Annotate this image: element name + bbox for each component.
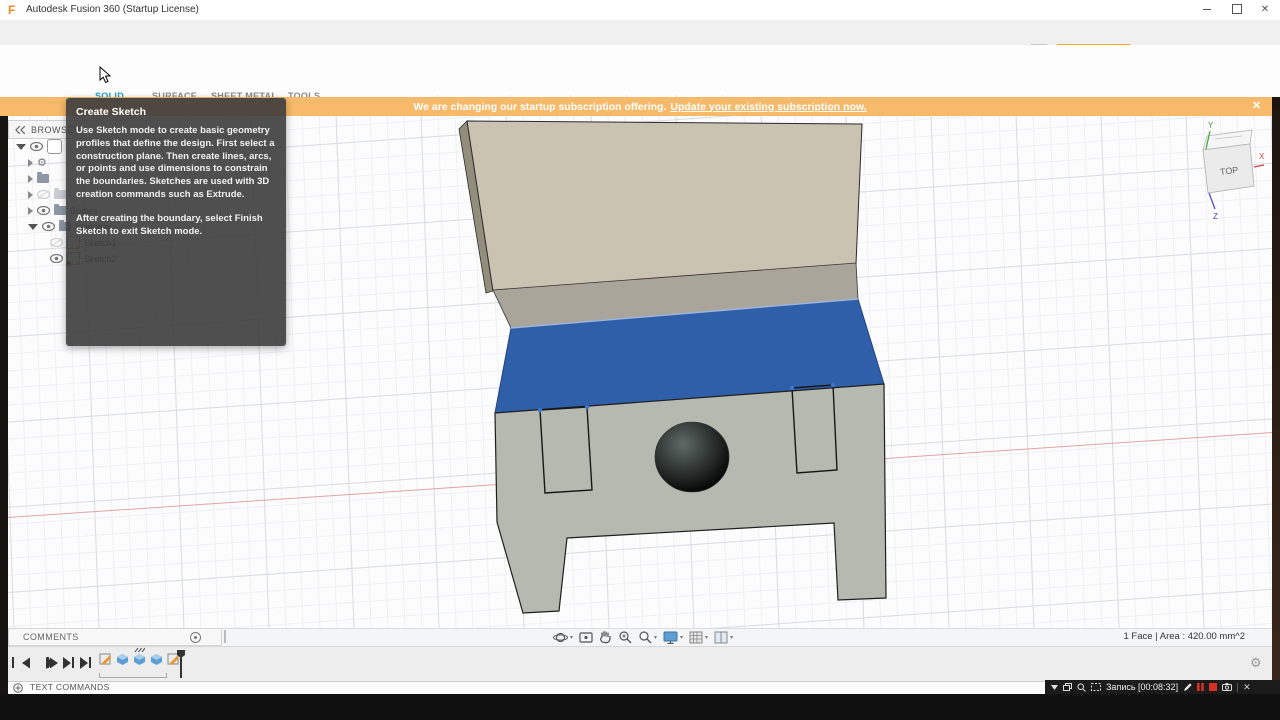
banner-text: We are changing our startup subscription… (413, 100, 667, 113)
view-cube[interactable]: TOP Y X Z (1202, 121, 1265, 221)
document-root-icon (47, 139, 62, 154)
collapse-icon[interactable] (28, 174, 33, 183)
close-button[interactable]: ✕ (1254, 4, 1276, 17)
title-bar: F Autodesk Fusion 360 (Startup License) … (0, 0, 1280, 21)
comments-marker-icon[interactable] (190, 632, 201, 643)
grid-snap-icon[interactable]: ▾ (689, 631, 708, 644)
tooltip-body2: After creating the boundary, select Fini… (76, 212, 263, 237)
recording-timer-label: Запись [00:08:32] (1106, 682, 1179, 692)
viewports-icon[interactable]: ▾ (714, 631, 733, 644)
model-back-slab-face[interactable] (466, 120, 863, 292)
screen-recorder-toolbar: Запись [00:08:32] ✕ (1045, 680, 1280, 694)
fusion-360-window: F Autodesk Fusion 360 (Startup License) … (0, 0, 1280, 720)
browser-row-document-settings[interactable]: ⚙ (28, 155, 47, 170)
pan-icon[interactable] (599, 630, 612, 644)
ribbon-toolbar: SOLID SURFACE SHEET METAL TOOLS DESIGN▾ (0, 45, 1280, 141)
visibility-eye-icon[interactable] (37, 206, 50, 215)
recorder-region-icon[interactable] (1091, 683, 1101, 691)
recorder-magnifier-icon[interactable] (1077, 682, 1086, 692)
timeline-settings-gear-icon[interactable]: ⚙ (1250, 655, 1262, 671)
browser-row-origin[interactable] (28, 187, 66, 202)
timeline-group-bracket (99, 673, 167, 678)
timeline-playhead[interactable] (175, 649, 187, 679)
viewport-nav-toolbar: ▾ ▾ ▾ ▾ ▾ (553, 629, 733, 645)
timeline-bar (0, 646, 1280, 682)
banner-update-link[interactable]: Update your existing subscription now. (670, 101, 866, 113)
look-at-icon[interactable] (579, 631, 593, 644)
browser-row-named-views[interactable] (28, 171, 49, 186)
timeline-feature-sketch[interactable] (99, 653, 112, 666)
folder-icon (54, 204, 66, 215)
recorder-camera-icon[interactable] (1222, 683, 1233, 691)
folder-icon (54, 188, 66, 199)
axis-x-label: X (1259, 152, 1265, 161)
zoom-icon[interactable] (618, 630, 632, 644)
minimize-button[interactable] (1196, 4, 1218, 17)
folder-icon (37, 172, 49, 183)
window-title: Autodesk Fusion 360 (Startup License) (26, 4, 199, 15)
windows-taskbar (0, 694, 1280, 720)
maximize-button[interactable] (1226, 4, 1248, 17)
axis-z-label: Z (1213, 212, 1218, 221)
banner-close-icon[interactable]: ✕ (1252, 99, 1261, 112)
desktop-edge-right (1272, 97, 1280, 681)
collapse-icon[interactable] (28, 190, 33, 199)
quick-access-bar: ▾ ↶▾ ↷▾ Untitled* ✕ + Subscribe Now 1 Ал… (0, 20, 1280, 61)
expand-icon[interactable] (16, 143, 26, 150)
recorder-menu-icon[interactable] (1051, 684, 1058, 690)
collapse-icon[interactable] (28, 158, 33, 167)
fusion-app-icon: F (8, 3, 16, 17)
comments-resize-handle[interactable] (224, 630, 226, 643)
recorder-divider (1237, 682, 1239, 692)
timeline-marker-hash (134, 647, 145, 653)
timeline-feature-extrude[interactable] (116, 653, 129, 666)
gear-icon: ⚙ (37, 157, 47, 169)
fit-icon[interactable]: ▾ (638, 630, 657, 644)
tooltip-body: Use Sketch mode to create basic geometry… (76, 125, 275, 201)
expand-icon[interactable] (28, 223, 38, 230)
selection-status: 1 Face | Area : 420.00 mm^2 (1123, 631, 1245, 642)
text-commands-label[interactable]: TEXT COMMANDS (30, 682, 110, 692)
model-hole[interactable] (654, 421, 730, 493)
timeline-playback-controls[interactable] (10, 655, 95, 670)
create-sketch-tooltip: Create Sketch Use Sketch mode to create … (66, 98, 286, 346)
visibility-eye-icon[interactable] (30, 142, 43, 151)
recorder-windows-icon[interactable] (1063, 683, 1072, 691)
visibility-eye-off-icon[interactable] (37, 190, 50, 199)
model-front-face[interactable] (494, 383, 887, 614)
visibility-eye-off-icon[interactable] (50, 238, 63, 247)
recorder-stop-icon[interactable] (1209, 683, 1218, 691)
recorder-close-icon[interactable]: ✕ (1243, 682, 1251, 693)
collapse-icon[interactable] (28, 206, 33, 215)
expand-text-commands-icon[interactable] (13, 683, 23, 693)
visibility-eye-icon[interactable] (42, 222, 55, 231)
collapse-panel-icon[interactable] (15, 125, 25, 134)
display-settings-icon[interactable]: ▾ (663, 631, 683, 644)
comments-label: COMMENTS (23, 632, 79, 642)
recorder-pause-icon[interactable] (1197, 683, 1204, 691)
timeline-features (99, 647, 180, 666)
orbit-icon[interactable]: ▾ (553, 630, 573, 645)
desktop-edge-left (0, 116, 8, 694)
mouse-cursor (99, 66, 112, 84)
timeline-feature-extrude[interactable] (150, 653, 163, 666)
tooltip-title: Create Sketch (76, 106, 147, 118)
timeline-feature-extrude[interactable] (133, 647, 146, 666)
visibility-eye-icon[interactable] (50, 254, 63, 263)
recorder-pencil-icon[interactable] (1183, 682, 1192, 692)
axis-y-label: Y (1208, 121, 1214, 130)
browser-row-root[interactable] (16, 139, 62, 154)
